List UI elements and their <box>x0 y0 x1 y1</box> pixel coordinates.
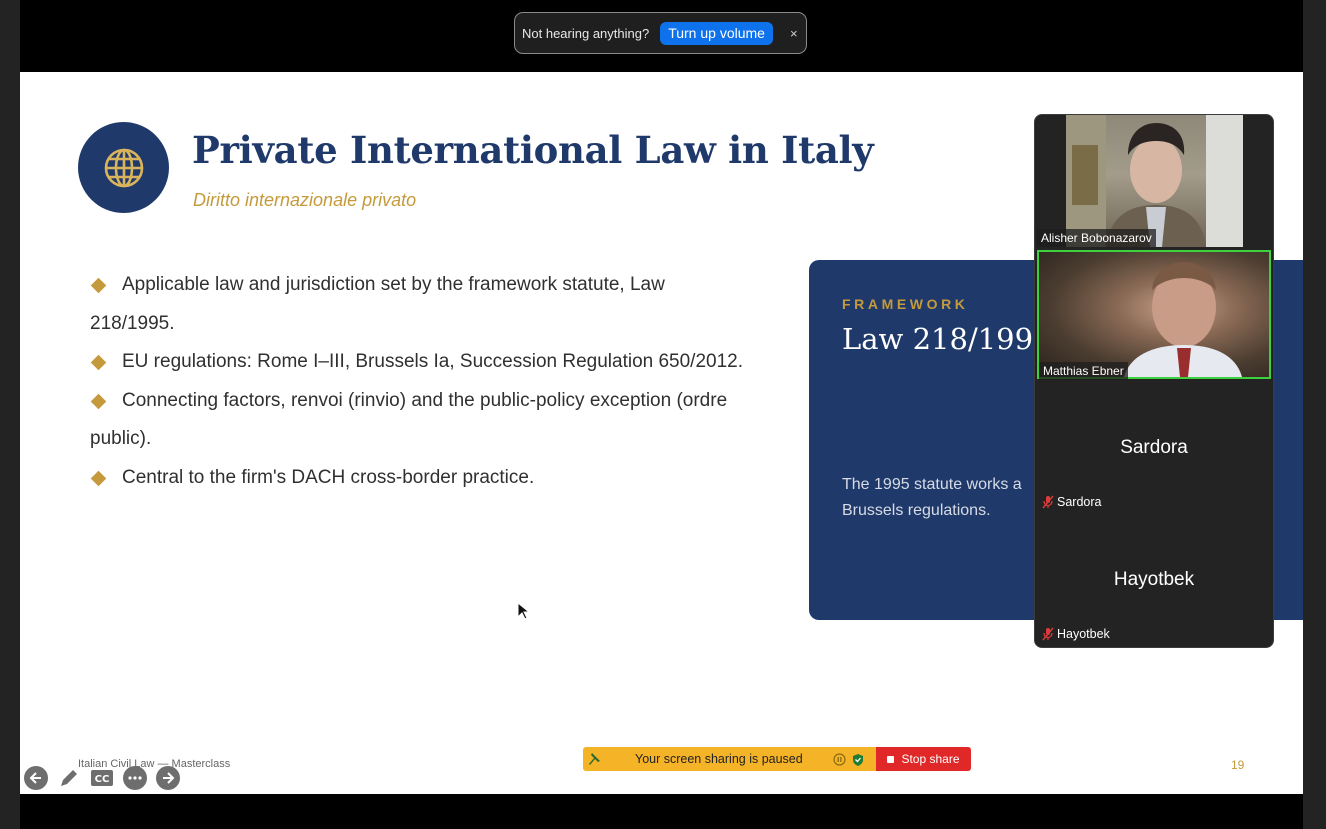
slide-page-number: 19 <box>1231 758 1245 772</box>
bullet-text: Applicable law and jurisdiction set by t… <box>122 274 665 295</box>
right-window-edge <box>1303 0 1326 829</box>
next-slide-button[interactable] <box>156 766 180 790</box>
share-status-icons <box>833 752 864 766</box>
panel-kicker: FRAMEWORK <box>842 296 969 312</box>
svg-text:CC: CC <box>95 774 110 785</box>
participant-name-tag: Sardora <box>1042 495 1101 509</box>
diamond-bullet-icon <box>90 470 107 486</box>
screen-share-paused-bar: Your screen sharing is paused Stop share <box>583 747 971 771</box>
captions-button[interactable]: CC <box>90 766 114 790</box>
participant-tile[interactable]: Sardora Sardora <box>1035 383 1273 515</box>
participant-display-name: Hayotbek <box>1113 569 1195 590</box>
meeting-bottom-bar <box>20 794 1303 829</box>
participant-name: Matthias Ebner <box>1039 362 1128 380</box>
slide-title: Private International Law in Italy <box>192 128 874 172</box>
bullet-text: Central to the firm's DACH cross-border … <box>122 466 535 488</box>
diamond-bullet-icon <box>90 354 107 371</box>
toast-message: Not hearing anything? <box>522 25 650 41</box>
stop-share-button[interactable]: Stop share <box>876 747 971 771</box>
left-window-edge <box>0 0 20 829</box>
participant-name-tag: Hayotbek <box>1042 627 1110 641</box>
participant-tile[interactable]: Alisher Bobonazarov <box>1035 115 1273 249</box>
toast-close-button[interactable]: × <box>790 26 798 41</box>
pencil-icon <box>61 770 77 786</box>
stop-icon <box>887 755 895 763</box>
annotate-button[interactable] <box>57 766 81 790</box>
bullet-text-continued: public). <box>90 428 152 449</box>
bullet-text-continued: 218/1995. <box>90 312 175 334</box>
audio-toast: Not hearing anything? Turn up volume × <box>514 12 807 54</box>
cc-icon: CC <box>91 770 113 786</box>
bullet-list: Applicable law and jurisdiction set by t… <box>90 266 780 497</box>
more-options-button[interactable] <box>123 766 147 790</box>
pause-status-icon[interactable] <box>833 752 846 766</box>
active-speaker-video[interactable]: Matthias Ebner <box>1037 250 1271 380</box>
participant-tile[interactable]: Hayotbek Hayotbek <box>1035 515 1273 647</box>
arrow-left-icon <box>29 772 41 784</box>
participant-display-name: Sardora <box>1120 437 1188 458</box>
mic-muted-icon <box>1042 495 1054 509</box>
mouse-cursor-icon <box>517 602 529 620</box>
arrow-right-icon <box>163 772 175 784</box>
diamond-bullet-icon <box>90 393 107 409</box>
stop-share-label: Stop share <box>901 752 960 766</box>
bullet-text: EU regulations: Rome I–III, Brussels Ia,… <box>122 351 744 372</box>
slide-subtitle: Diritto internazionale privato <box>193 190 417 210</box>
participant-video <box>1066 115 1243 247</box>
person-silhouette-icon <box>1124 262 1242 377</box>
person-silhouette-icon <box>1066 115 1243 247</box>
panel-note-line: Brussels regulations. <box>842 502 991 519</box>
panel-value: Law 218/1995 <box>842 322 1052 356</box>
shield-icon[interactable] <box>852 753 864 766</box>
participant-gallery[interactable]: Alisher Bobonazarov Matthias Ebner Sardo… <box>1034 114 1274 648</box>
bullet-text: Connecting factors, renvoi (rinvio) and … <box>122 389 728 411</box>
mic-muted-icon <box>1042 627 1054 641</box>
bullet-item: EU regulations: Rome I–III, Brussels Ia,… <box>90 343 780 382</box>
participant-name: Alisher Bobonazarov <box>1037 229 1156 247</box>
turn-up-volume-button[interactable]: Turn up volume <box>660 21 773 45</box>
participant-name: Sardora <box>1057 495 1102 509</box>
diamond-bullet-icon <box>90 277 107 294</box>
more-dots-icon <box>128 776 142 780</box>
bullet-item: Central to the firm's DACH cross-border … <box>90 459 780 498</box>
panel-note: The 1995 statute works a Brussels regula… <box>842 472 1022 524</box>
panel-note-line: The 1995 statute works a <box>842 476 1022 493</box>
pin-icon <box>589 753 600 765</box>
globe-icon <box>104 148 143 187</box>
previous-slide-button[interactable] <box>24 766 48 790</box>
participant-name: Hayotbek <box>1057 627 1110 641</box>
bullet-item: Applicable law and jurisdiction set by t… <box>90 266 780 343</box>
bullet-item: Connecting factors, renvoi (rinvio) and … <box>90 382 780 459</box>
globe-badge <box>78 122 169 213</box>
slide-nav-toolbar: CC <box>24 766 189 790</box>
share-paused-message: Your screen sharing is paused <box>635 752 803 766</box>
